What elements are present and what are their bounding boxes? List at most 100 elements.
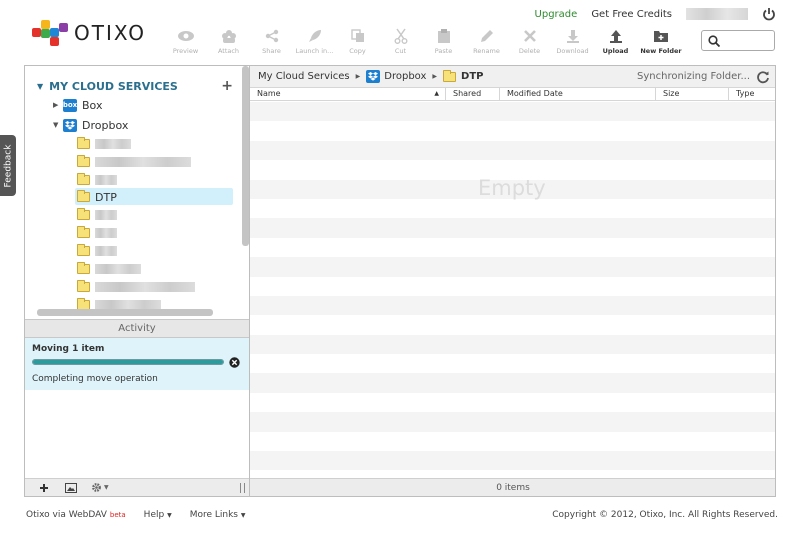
app-name: Otixo via WebDAV [26, 510, 107, 520]
folder-icon [77, 137, 90, 149]
image-icon[interactable] [65, 482, 77, 493]
dropbox-icon [63, 118, 77, 132]
redacted-folder-name [95, 175, 117, 185]
tree-folder[interactable] [77, 261, 141, 277]
tree-vertical-scrollbar[interactable] [242, 66, 249, 246]
redacted-folder-name [95, 228, 117, 238]
resize-grip-icon[interactable] [240, 482, 245, 493]
left-footer: ▼ [25, 478, 249, 496]
folder-icon [77, 262, 90, 274]
otixo-logo[interactable]: OTIXO [32, 20, 146, 46]
more-links-menu[interactable]: More Links ▼ [190, 510, 246, 520]
gear-icon[interactable] [91, 482, 102, 493]
tree-folder[interactable] [77, 154, 191, 170]
tree-folder[interactable] [77, 207, 117, 223]
download-button[interactable]: Download [551, 28, 594, 55]
expand-arrow-icon[interactable]: ▶ [53, 101, 63, 109]
copy-icon [349, 28, 367, 44]
collapse-triangle-icon[interactable]: ▼ [37, 82, 43, 91]
folder-icon [77, 280, 90, 292]
eye-icon [177, 28, 195, 44]
tree-item-box[interactable]: ▶ box Box [53, 97, 102, 113]
empty-row [250, 451, 775, 471]
file-list-panel: My Cloud Services ▶ Dropbox ▶ DTP Synchr… [250, 65, 776, 497]
activity-item: Moving 1 item Completing move operation [25, 338, 249, 390]
left-panel: ▼ MY CLOUD SERVICES + ▶ box Box ▼ Dropbo… [24, 65, 250, 497]
feedback-tab[interactable]: Feedback [0, 135, 16, 196]
empty-row [250, 315, 775, 334]
chevron-down-icon: ▼ [240, 512, 246, 519]
empty-row [250, 295, 775, 316]
attach-button[interactable]: Attach [207, 28, 250, 55]
column-size[interactable]: Size [656, 88, 729, 100]
column-name[interactable]: Name ▲ [250, 88, 446, 100]
breadcrumb-dropbox[interactable]: Dropbox [384, 71, 426, 82]
delete-button[interactable]: Delete [508, 28, 551, 55]
chevron-down-icon: ▼ [167, 512, 172, 519]
launch-in-button[interactable]: Launch in... [293, 28, 336, 55]
chevron-down-icon[interactable]: ▼ [104, 484, 109, 491]
tree-folder[interactable] [77, 172, 117, 188]
collapse-arrow-icon[interactable]: ▼ [53, 121, 63, 129]
toolbar: Preview Attach Share Launch in... Copy C… [164, 28, 685, 55]
breadcrumb-separator-icon: ▶ [432, 73, 438, 80]
breadcrumb-root[interactable]: My Cloud Services [258, 71, 350, 82]
folder-icon [443, 69, 457, 82]
power-icon[interactable] [762, 7, 776, 21]
tree-item-dropbox[interactable]: ▼ Dropbox [53, 117, 128, 133]
breadcrumb-current: DTP [461, 71, 484, 82]
close-icon[interactable] [229, 357, 240, 368]
empty-row [250, 257, 775, 277]
cut-button[interactable]: Cut [379, 28, 422, 55]
tree-horizontal-scrollbar[interactable] [37, 309, 213, 316]
activity-title: Moving 1 item [32, 344, 105, 354]
preview-button[interactable]: Preview [164, 28, 207, 55]
empty-placeholder: Empty [478, 176, 546, 200]
copy-button[interactable]: Copy [336, 28, 379, 55]
progress-fill [33, 360, 223, 364]
upload-button[interactable]: Upload [594, 28, 637, 55]
redacted-folder-name [95, 139, 131, 149]
redacted-folder-name [95, 264, 141, 274]
column-headers: Name ▲ Shared Modified Date Size Type [250, 88, 775, 101]
sort-asc-icon: ▲ [434, 90, 439, 97]
logo-text: OTIXO [74, 21, 147, 45]
tree-folder[interactable] [77, 225, 117, 241]
search-input[interactable] [701, 30, 775, 51]
folder-icon [77, 155, 90, 167]
new-folder-icon [652, 28, 670, 44]
column-shared[interactable]: Shared [446, 88, 500, 100]
top-links: Upgrade Get Free Credits [535, 7, 776, 21]
redacted-folder-name [95, 210, 117, 220]
add-service-button[interactable]: + [221, 78, 233, 94]
column-modified-date[interactable]: Modified Date [500, 88, 656, 100]
empty-row [250, 373, 775, 393]
tree-folder[interactable] [77, 136, 131, 152]
activity-header: Activity [25, 319, 249, 338]
tree-folder[interactable] [77, 243, 117, 259]
free-credits-link[interactable]: Get Free Credits [591, 9, 672, 20]
help-menu[interactable]: Help ▼ [144, 510, 172, 520]
user-name-redacted[interactable] [686, 8, 748, 20]
add-icon[interactable] [39, 483, 49, 493]
dropbox-icon [366, 70, 381, 83]
rename-button[interactable]: Rename [465, 28, 508, 55]
tree-folder[interactable] [77, 279, 195, 295]
column-type[interactable]: Type [729, 88, 775, 100]
redacted-folder-name [95, 157, 191, 167]
refresh-icon[interactable] [756, 70, 770, 84]
tree-folder-dtp[interactable]: DTP [77, 189, 117, 205]
item-count: 0 items [250, 478, 775, 496]
empty-row [250, 218, 775, 238]
empty-row [250, 393, 775, 412]
breadcrumb: My Cloud Services ▶ Dropbox ▶ DTP Synchr… [250, 66, 775, 88]
pencil-icon [478, 28, 496, 44]
share-button[interactable]: Share [250, 28, 293, 55]
paste-button[interactable]: Paste [422, 28, 465, 55]
new-folder-button[interactable]: New Folder [637, 28, 685, 55]
empty-row [250, 277, 775, 296]
empty-row [250, 334, 775, 355]
x-icon [521, 28, 539, 44]
upgrade-link[interactable]: Upgrade [535, 9, 578, 20]
activity-progress-bar [32, 359, 224, 365]
